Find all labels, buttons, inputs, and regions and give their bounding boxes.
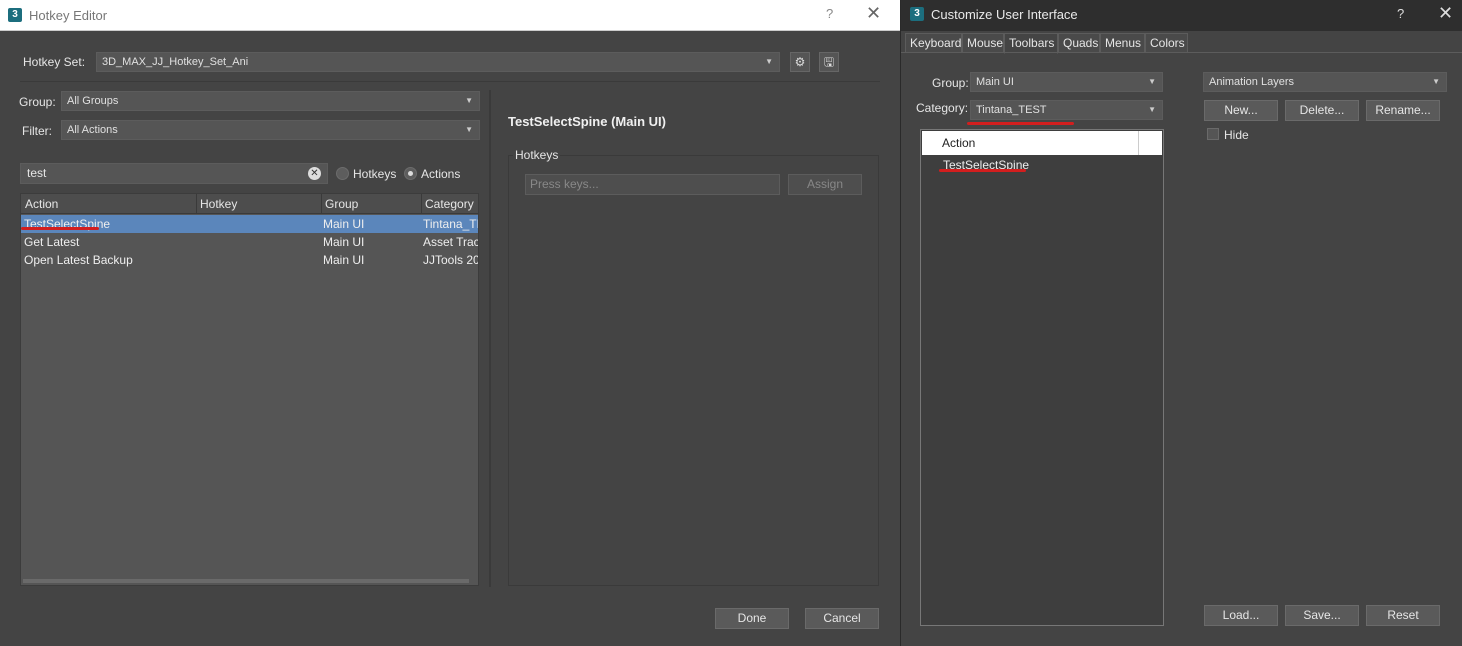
hotkey-editor-window: 3 Hotkey Editor ? ✕ Hotkey Set: 3D_MAX_J… <box>0 0 900 646</box>
cell-hotkey <box>196 215 321 233</box>
tab-keyboard[interactable]: Keyboard <box>905 33 962 53</box>
red-annotation-underline <box>967 122 1074 125</box>
window-title: Hotkey Editor <box>29 8 108 23</box>
save-button[interactable]: Save... <box>1285 605 1359 626</box>
panel-splitter[interactable] <box>489 90 491 587</box>
horizontal-scrollbar[interactable] <box>23 579 469 583</box>
search-value: test <box>27 166 47 180</box>
cell-action: Open Latest Backup <box>24 253 133 267</box>
action-list-header: Action <box>922 131 1162 155</box>
cell-hotkey <box>196 233 321 251</box>
group-label: Group: <box>932 76 969 90</box>
divider <box>20 81 880 82</box>
action-list[interactable]: Action TestSelectSpine <box>920 129 1164 626</box>
column-header-category[interactable]: Category <box>421 194 478 214</box>
tab-menus[interactable]: Menus <box>1100 33 1145 53</box>
table-row[interactable]: Open Latest Backup Main UI JJTools 2019 <box>21 251 478 269</box>
rename-button[interactable]: Rename... <box>1366 100 1440 121</box>
filter-label: Filter: <box>22 124 52 138</box>
delete-button[interactable]: Delete... <box>1285 100 1359 121</box>
settings-gear-icon[interactable]: ⚙ <box>790 52 810 72</box>
category-label: Category: <box>916 101 969 115</box>
cancel-button[interactable]: Cancel <box>805 608 879 629</box>
action-column-header[interactable]: Action <box>942 136 975 150</box>
hotkey-set-dropdown[interactable]: 3D_MAX_JJ_Hotkey_Set_Ani ▼ <box>96 52 780 72</box>
help-button[interactable]: ? <box>1397 6 1404 21</box>
chevron-down-icon: ▼ <box>1432 77 1440 86</box>
hotkey-set-label: Hotkey Set: <box>23 55 86 69</box>
load-button[interactable]: Load... <box>1204 605 1278 626</box>
group-label: Group: <box>19 95 56 109</box>
save-disk-icon[interactable]: 🖫 <box>819 52 839 72</box>
tab-toolbars[interactable]: Toolbars <box>1004 33 1058 54</box>
cell-group: Main UI <box>323 253 365 267</box>
chevron-down-icon: ▼ <box>1148 105 1156 114</box>
tab-colors[interactable]: Colors <box>1145 33 1188 53</box>
hide-checkbox[interactable] <box>1207 128 1219 140</box>
group-dropdown[interactable]: Main UI ▼ <box>970 72 1163 92</box>
cell-category: Asset Tracking <box>423 235 479 249</box>
customize-ui-titlebar[interactable]: 3 Customize User Interface ? ✕ <box>901 0 1462 31</box>
cell-category: JJTools 2019 <box>423 253 479 267</box>
radio-actions[interactable] <box>404 167 417 180</box>
cell-group: Main UI <box>323 217 365 231</box>
cell-hotkey <box>196 251 321 269</box>
filter-dropdown[interactable]: All Actions ▼ <box>61 120 480 140</box>
clear-search-icon[interactable]: ✕ <box>308 167 321 180</box>
tab-quads[interactable]: Quads <box>1058 33 1100 53</box>
radio-actions-label: Actions <box>421 167 461 181</box>
hotkeys-group-title: Hotkeys <box>513 148 561 162</box>
toolbar-dropdown[interactable]: Animation Layers ▼ <box>1203 72 1447 92</box>
press-keys-input[interactable]: Press keys... <box>525 174 780 195</box>
app-icon: 3 <box>910 7 924 21</box>
red-annotation-underline <box>21 227 99 230</box>
radio-hotkeys-label: Hotkeys <box>353 167 397 181</box>
category-value: Tintana_TEST <box>976 104 1047 116</box>
group-value: All Groups <box>67 95 119 107</box>
hotkey-editor-titlebar[interactable]: 3 Hotkey Editor ? ✕ <box>0 0 900 31</box>
done-button[interactable]: Done <box>715 608 789 629</box>
group-value: Main UI <box>976 76 1014 88</box>
column-header-hotkey[interactable]: Hotkey <box>196 194 322 214</box>
chevron-down-icon: ▼ <box>1148 77 1156 86</box>
cell-category: Tintana_TEST <box>423 217 478 231</box>
table-row[interactable]: TestSelectSpine Main UI Tintana_TEST <box>21 215 478 233</box>
actions-table[interactable]: Action Hotkey Group Category TestSelectS… <box>20 193 479 586</box>
help-button[interactable]: ? <box>826 6 833 21</box>
detail-title: TestSelectSpine (Main UI) <box>508 114 666 129</box>
column-separator <box>1138 131 1139 155</box>
app-icon: 3 <box>8 8 22 22</box>
category-dropdown[interactable]: Tintana_TEST ▼ <box>970 100 1163 120</box>
table-row[interactable]: Get Latest Main UI Asset Tracking <box>21 233 478 251</box>
reset-button[interactable]: Reset <box>1366 605 1440 626</box>
column-header-group[interactable]: Group <box>321 194 422 214</box>
chevron-down-icon: ▼ <box>465 96 473 105</box>
column-header-action[interactable]: Action <box>21 194 197 214</box>
radio-hotkeys[interactable] <box>336 167 349 180</box>
cell-action: TestSelectSpine <box>24 217 111 231</box>
chevron-down-icon: ▼ <box>465 125 473 134</box>
assign-button[interactable]: Assign <box>788 174 862 195</box>
toolbar-value: Animation Layers <box>1209 76 1294 88</box>
hotkey-set-value: 3D_MAX_JJ_Hotkey_Set_Ani <box>102 56 249 68</box>
chevron-down-icon: ▼ <box>765 57 773 66</box>
window-title: Customize User Interface <box>931 7 1078 22</box>
close-icon[interactable]: ✕ <box>1438 4 1453 22</box>
close-icon[interactable]: ✕ <box>866 4 881 22</box>
cell-group: Main UI <box>323 235 365 249</box>
cell-action: Get Latest <box>24 235 80 249</box>
customize-ui-window: 3 Customize User Interface ? ✕ Keyboard … <box>900 0 1462 646</box>
table-header: Action Hotkey Group Category <box>21 194 478 214</box>
red-annotation-underline <box>939 169 1026 172</box>
tab-divider <box>901 52 1462 53</box>
new-button[interactable]: New... <box>1204 100 1278 121</box>
filter-value: All Actions <box>67 124 118 136</box>
hide-label: Hide <box>1224 128 1249 142</box>
hotkeys-groupbox: Hotkeys <box>508 148 879 586</box>
tab-mouse[interactable]: Mouse <box>962 33 1004 53</box>
group-dropdown[interactable]: All Groups ▼ <box>61 91 480 111</box>
search-input[interactable]: test ✕ <box>20 163 328 184</box>
